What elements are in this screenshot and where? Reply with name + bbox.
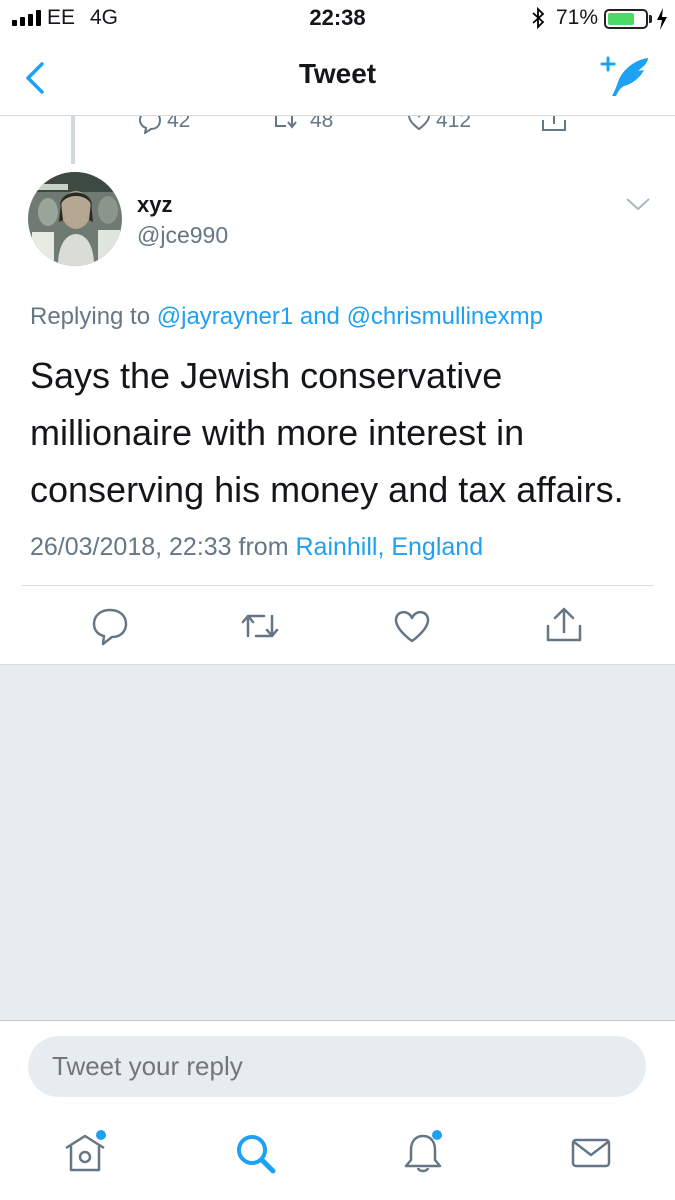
- reply-input[interactable]: [28, 1036, 646, 1097]
- previous-share[interactable]: [540, 116, 568, 134]
- previous-like-count[interactable]: 412: [406, 116, 471, 134]
- status-bar: EE 4G 22:38 71%: [0, 0, 675, 38]
- reply-icon[interactable]: [88, 604, 132, 648]
- user-handle[interactable]: @jce990: [137, 222, 228, 249]
- retweet-icon: [275, 116, 297, 129]
- page-title: Tweet: [298, 58, 377, 89]
- notifications-unread-dot: [432, 1130, 442, 1140]
- previous-retweet-count[interactable]: 48: [272, 116, 333, 134]
- previous-tweet-actions: 42 48 412: [0, 116, 675, 138]
- retweet-icon[interactable]: [238, 604, 282, 648]
- divider: [22, 585, 653, 586]
- messages-icon[interactable]: [568, 1130, 614, 1176]
- tweet-meta: 26/03/2018, 22:33 from Rainhill, England: [30, 533, 483, 562]
- display-name[interactable]: xyz: [137, 192, 172, 218]
- previous-reply-count[interactable]: 42: [137, 116, 190, 134]
- replying-to-link-1[interactable]: @jayrayner1: [157, 303, 293, 330]
- search-icon[interactable]: [232, 1130, 278, 1176]
- replying-prefix: Replying to: [30, 303, 151, 330]
- home-unread-dot: [96, 1130, 106, 1140]
- previous-reply-count-label: 42: [167, 116, 191, 132]
- tweet-location[interactable]: Rainhill, England: [295, 533, 483, 561]
- like-icon: [407, 116, 431, 131]
- tweet-text: Says the Jewish conservative millionaire…: [30, 355, 624, 510]
- avatar-photo: [28, 172, 122, 266]
- share-icon[interactable]: [542, 604, 586, 648]
- previous-like-count-label: 412: [436, 116, 472, 132]
- bluetooth-icon: [532, 6, 545, 30]
- battery-percent: 71%: [556, 6, 599, 29]
- replying-joiner: and: [299, 303, 340, 330]
- avatar[interactable]: [28, 172, 122, 266]
- share-icon: [542, 116, 566, 131]
- tweet-from-label: from: [238, 533, 289, 561]
- replying-to: Replying to @jayrayner1 and @chrismullin…: [30, 303, 543, 331]
- battery-fill: [608, 13, 634, 25]
- chevron-down-icon[interactable]: [625, 196, 651, 212]
- nav-bar: Tweet: [0, 38, 675, 116]
- battery-tip: [649, 15, 652, 23]
- like-icon[interactable]: [390, 604, 434, 648]
- charging-bolt-icon: [657, 8, 667, 30]
- compose-tweet-icon[interactable]: [598, 54, 650, 100]
- replying-to-link-2[interactable]: @chrismullinexmp: [347, 303, 543, 330]
- previous-retweet-count-label: 48: [310, 116, 334, 132]
- battery-icon: [604, 9, 648, 29]
- reply-icon: [138, 116, 162, 134]
- tweet-timestamp[interactable]: 26/03/2018, 22:33: [30, 533, 232, 561]
- tab-bar: [0, 1110, 675, 1200]
- replies-area: [0, 664, 675, 1021]
